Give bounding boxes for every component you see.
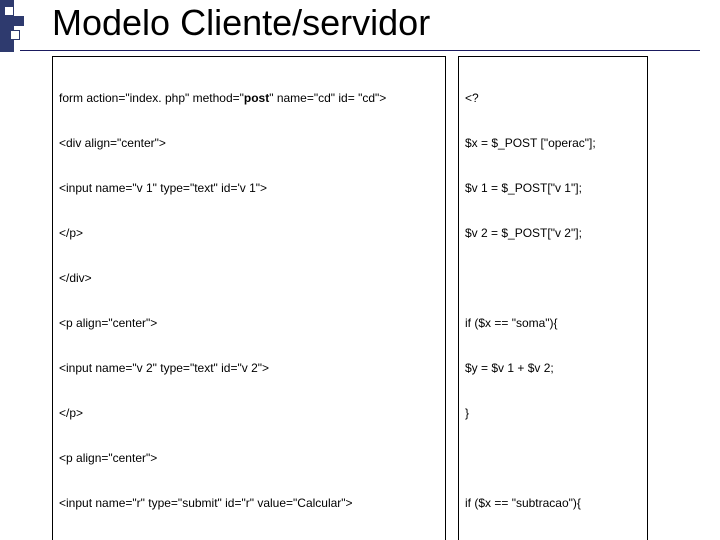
slide-title: Modelo Cliente/servidor [52, 2, 430, 44]
title-underline [20, 50, 700, 51]
slide-accent [0, 0, 24, 52]
php-code-box: <? $x = $_POST ["operac"]; $v 1 = $_POST… [458, 56, 648, 540]
html-code-box: form action="index. php" method="post" n… [52, 56, 446, 540]
content-area: form action="index. php" method="post" n… [52, 56, 648, 540]
